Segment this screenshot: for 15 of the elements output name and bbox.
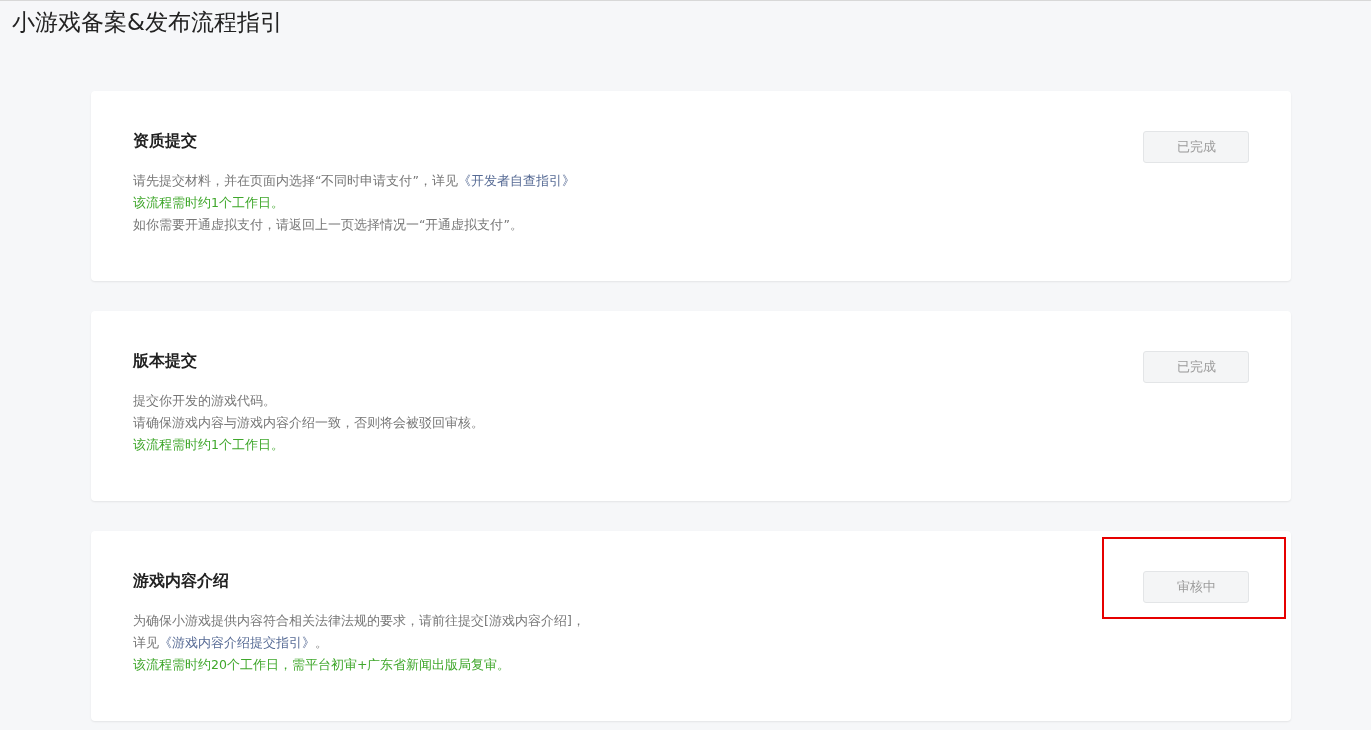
step-title: 资质提交	[133, 131, 198, 152]
step-title: 版本提交	[133, 351, 198, 372]
step-description: 请确保游戏内容与游戏内容介绍一致，否则将会被驳回审核。	[133, 414, 484, 432]
duration-note: 该流程需时约1个工作日。	[133, 194, 285, 212]
guide-link[interactable]: 《开发者自查指引》	[457, 173, 575, 188]
step-title: 游戏内容介绍	[133, 571, 230, 592]
step-description: 提交你开发的游戏代码。	[133, 392, 277, 410]
page-title: 小游戏备案&发布流程指引	[11, 8, 284, 37]
duration-note: 该流程需时约1个工作日。	[133, 436, 285, 454]
step-description: 如你需要开通虚拟支付，请返回上一页选择情况一“开通虚拟支付”。	[133, 216, 524, 234]
step-description: 为确保小游戏提供内容符合相关法律法规的要求，请前往提交[游戏内容介绍]，	[133, 612, 585, 630]
step-description: 请先提交材料，并在页面内选择“不同时申请支付”，详见《开发者自查指引》	[133, 172, 575, 190]
duration-note: 该流程需时约20个工作日，需平台初审+广东省新闻出版局复审。	[133, 656, 512, 674]
step-description: 详见《游戏内容介绍提交指引》。	[133, 634, 329, 652]
guide-link[interactable]: 《游戏内容介绍提交指引》	[159, 635, 315, 650]
